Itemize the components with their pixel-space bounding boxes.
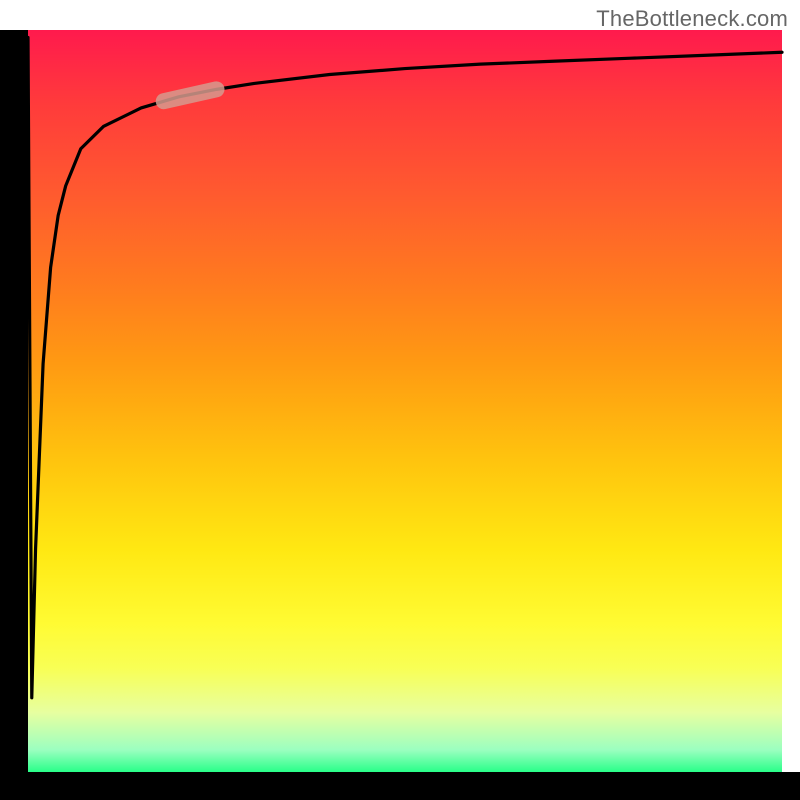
chart-stage: TheBottleneck.com <box>0 0 800 800</box>
plot-background-gradient <box>28 30 782 772</box>
y-axis-bar <box>0 30 28 772</box>
watermark-text: TheBottleneck.com <box>596 6 788 32</box>
x-axis-bar <box>0 772 800 800</box>
